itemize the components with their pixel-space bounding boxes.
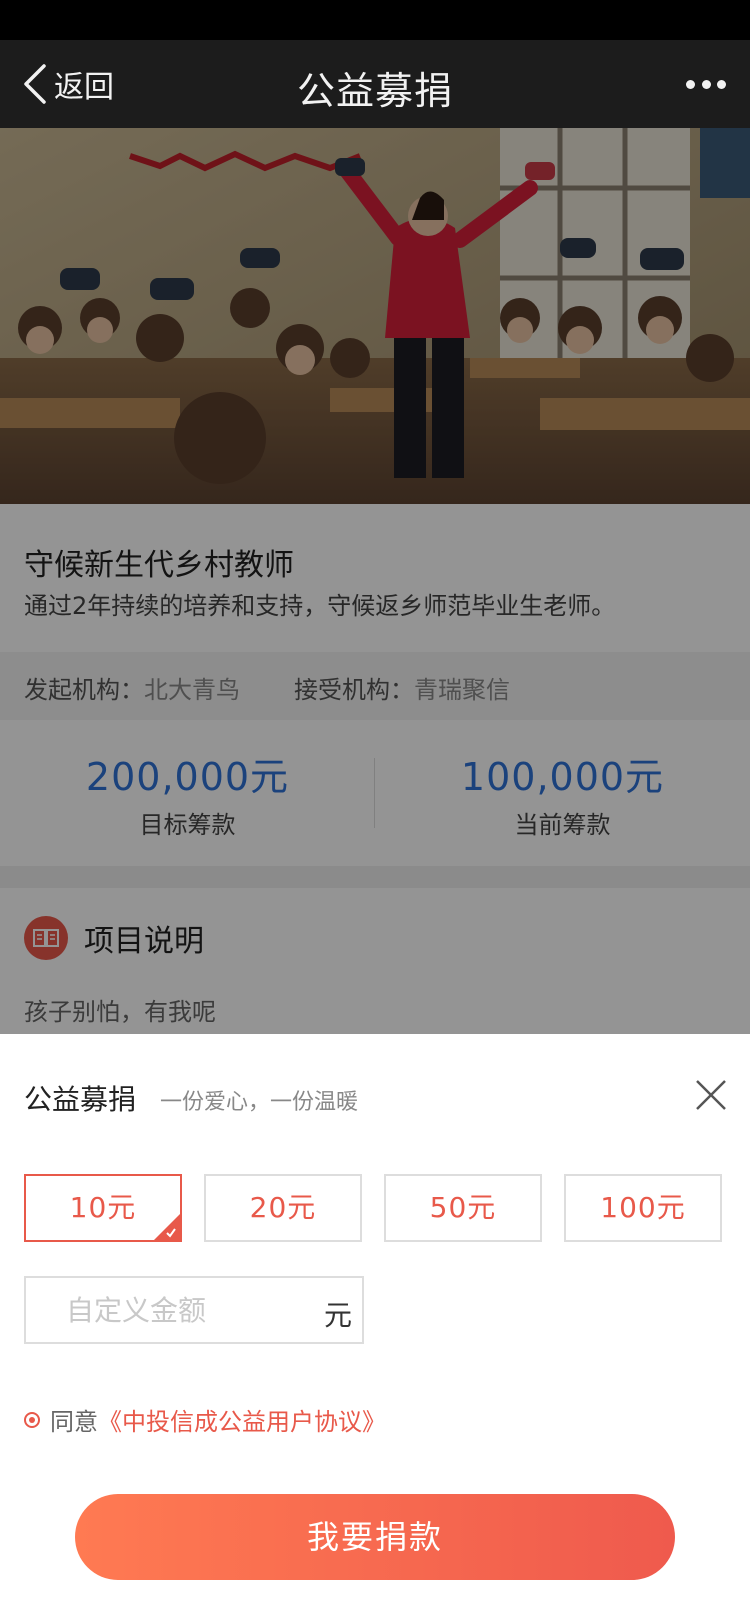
donate-button[interactable]: 我要捐款 (75, 1494, 675, 1580)
close-icon[interactable] (694, 1078, 728, 1112)
amount-option-label: 20元 (249, 1191, 317, 1224)
agreement-link[interactable]: 《中投信成公益用户协议》 (98, 1402, 386, 1437)
agree-radio[interactable] (24, 1411, 40, 1428)
navigation-bar: 返回 公益募捐 (0, 40, 750, 128)
amount-option-label: 10元 (69, 1191, 137, 1224)
amount-option-label: 100元 (600, 1191, 686, 1224)
amount-option-10[interactable]: 10元 (24, 1174, 182, 1242)
sheet-title: 公益募捐 (24, 1083, 137, 1116)
amount-option-100[interactable]: 100元 (564, 1174, 722, 1242)
modal-overlay[interactable] (0, 128, 750, 1034)
agreement-row: 同意 《中投信成公益用户协议》 (24, 1402, 386, 1437)
more-icon[interactable] (686, 72, 726, 96)
status-bar (0, 0, 750, 40)
agree-label: 同意 (50, 1408, 98, 1436)
amount-option-50[interactable]: 50元 (384, 1174, 542, 1242)
donation-sheet: 公益募捐 一份爱心，一份温暖 10元 20元 50元 100元 元 同意 《中投… (0, 1034, 750, 1603)
custom-amount-input[interactable] (26, 1278, 306, 1342)
amount-option-label: 50元 (429, 1191, 497, 1224)
sheet-subtitle: 一份爱心，一份温暖 (160, 1090, 359, 1115)
check-icon (154, 1214, 180, 1240)
page-title: 公益募捐 (296, 69, 453, 113)
amount-option-20[interactable]: 20元 (204, 1174, 362, 1242)
currency-unit: 元 (323, 1299, 352, 1332)
custom-amount-field: 元 (24, 1276, 364, 1344)
